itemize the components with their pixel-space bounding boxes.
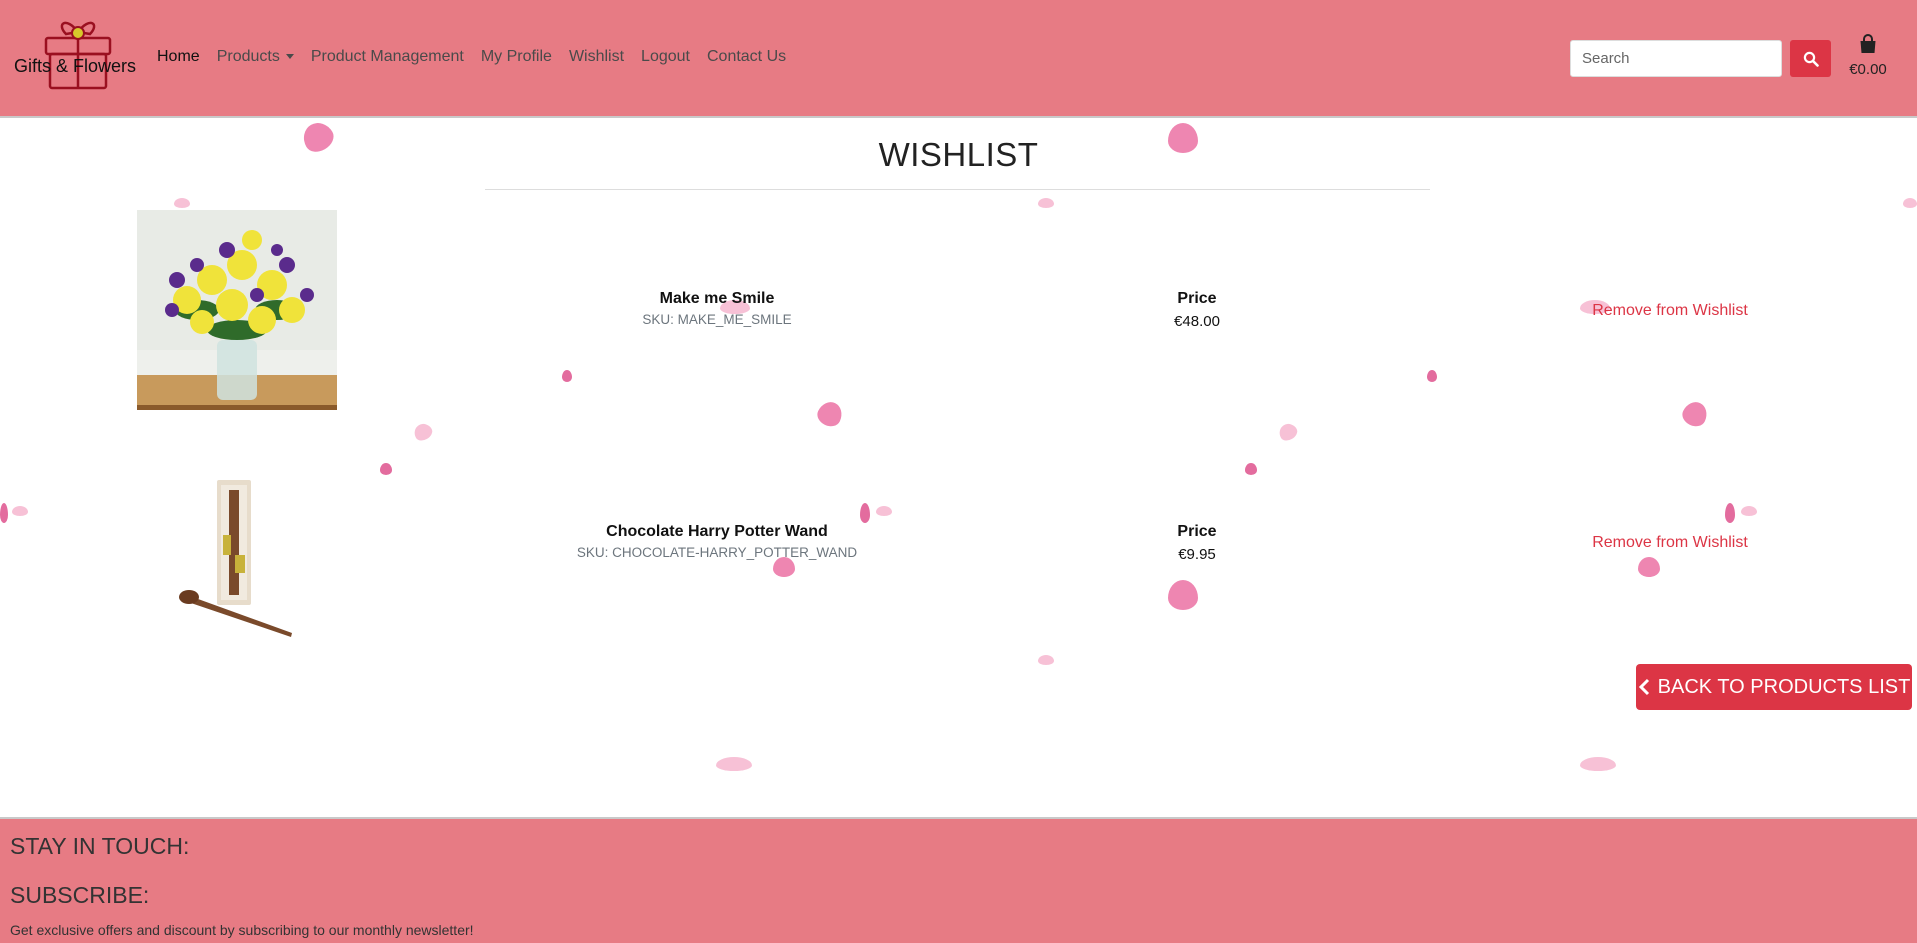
brand-logo[interactable]: Gifts & Flowers <box>12 14 136 90</box>
product-image-chocolate-wand[interactable] <box>137 475 337 675</box>
price-label: Price <box>1177 290 1217 307</box>
back-to-products-button[interactable]: BACK TO PRODUCTS LIST <box>1636 664 1912 710</box>
title-divider <box>485 189 1430 190</box>
wishlist-item: Chocolate Harry Potter Wand SKU: CHOCOLA… <box>0 475 1917 675</box>
gift-logo-icon <box>44 21 112 90</box>
price-label: Price <box>1177 523 1217 540</box>
nav-product-management[interactable]: Product Management <box>311 48 464 66</box>
back-button-label: BACK TO PRODUCTS LIST <box>1657 675 1911 698</box>
nav-products[interactable]: Products <box>217 48 294 66</box>
price-value: €48.00 <box>1174 313 1220 330</box>
stay-in-touch-heading: STAY IN TOUCH: <box>10 833 190 859</box>
nav-logout[interactable]: Logout <box>641 48 690 66</box>
product-name[interactable]: Chocolate Harry Potter Wand <box>517 523 917 541</box>
nav-wishlist[interactable]: Wishlist <box>569 48 624 66</box>
shopping-bag-icon <box>1860 34 1876 53</box>
nav-home[interactable]: Home <box>157 48 200 66</box>
remove-from-wishlist-link[interactable]: Remove from Wishlist <box>1570 534 1770 552</box>
brand-name: Gifts & Flowers <box>14 56 137 76</box>
cart-amount: €0.00 <box>1849 61 1887 78</box>
subscribe-heading: SUBSCRIBE: <box>10 882 150 908</box>
main-nav: Home Products Product Management My Prof… <box>157 48 786 66</box>
product-sku: SKU: MAKE_ME_SMILE <box>642 312 792 327</box>
wishlist-item: Make me Smile SKU: MAKE_ME_SMILE Price €… <box>0 210 1917 410</box>
remove-from-wishlist-link[interactable]: Remove from Wishlist <box>1570 302 1770 320</box>
site-header: Gifts & Flowers Home Products Product Ma… <box>0 0 1917 118</box>
site-footer: STAY IN TOUCH: SUBSCRIBE: Get exclusive … <box>0 817 1917 943</box>
chevron-left-icon <box>1638 678 1649 696</box>
nav-products-label: Products <box>216 48 280 65</box>
newsletter-text: Get exclusive offers and discount by sub… <box>10 922 474 938</box>
search-input[interactable] <box>1570 40 1782 77</box>
product-image-make-me-smile[interactable] <box>137 210 337 410</box>
nav-contact-us[interactable]: Contact Us <box>707 48 786 66</box>
caret-down-icon <box>285 54 294 60</box>
price-value: €9.95 <box>1178 546 1216 563</box>
product-sku: SKU: CHOCOLATE-HARRY_POTTER_WAND <box>576 545 858 560</box>
page-title: WISHLIST <box>878 136 1039 173</box>
search-icon <box>1803 51 1819 67</box>
nav-my-profile[interactable]: My Profile <box>481 48 552 66</box>
cart-link[interactable]: €0.00 <box>1838 34 1898 78</box>
search-button[interactable] <box>1790 40 1831 77</box>
product-name[interactable]: Make me Smile <box>517 290 917 308</box>
